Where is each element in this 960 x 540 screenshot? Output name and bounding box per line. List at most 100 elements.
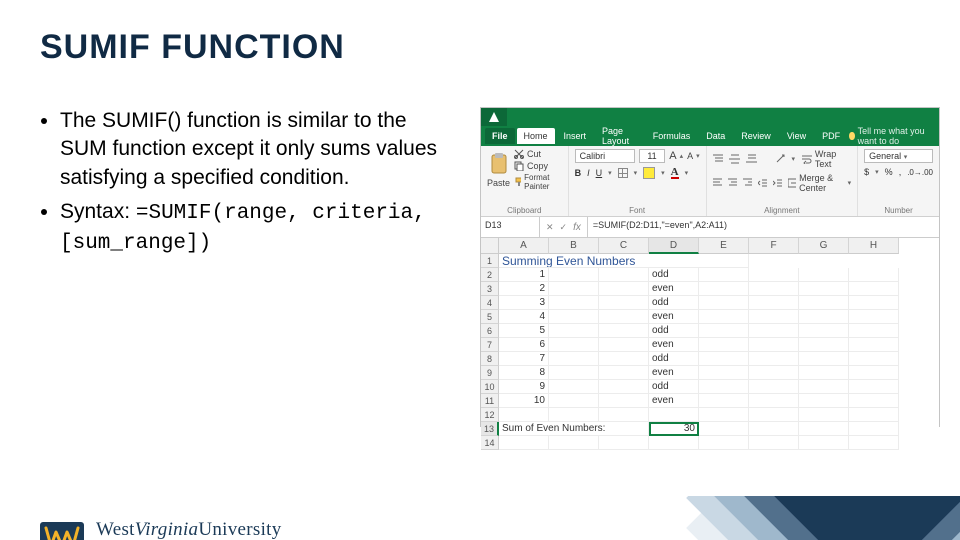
cell[interactable] — [549, 268, 599, 282]
align-middle-icon[interactable] — [729, 154, 740, 164]
cell[interactable] — [749, 282, 799, 296]
cell[interactable] — [749, 324, 799, 338]
tab-data[interactable]: Data — [699, 128, 732, 144]
number-format-select[interactable]: General ▾ — [864, 149, 933, 163]
cell-result-value[interactable]: 30 — [649, 422, 699, 436]
col-header[interactable]: G — [799, 238, 849, 254]
cell[interactable] — [699, 408, 749, 422]
tab-view[interactable]: View — [780, 128, 813, 144]
align-center-icon[interactable] — [728, 178, 737, 188]
cell[interactable]: 9 — [499, 380, 549, 394]
name-box[interactable]: D13 — [481, 217, 540, 237]
cell[interactable] — [849, 380, 899, 394]
orientation-icon[interactable] — [775, 154, 786, 164]
cell[interactable]: 6 — [499, 338, 549, 352]
cell[interactable]: even — [649, 394, 699, 408]
cell[interactable]: 4 — [499, 310, 549, 324]
cell[interactable]: even — [649, 310, 699, 324]
cell[interactable]: odd — [649, 380, 699, 394]
col-header[interactable]: D — [649, 238, 699, 254]
cell[interactable] — [849, 422, 899, 436]
cell[interactable] — [699, 282, 749, 296]
cell[interactable] — [749, 268, 799, 282]
fx-icon[interactable]: fx — [573, 222, 581, 233]
row-header[interactable]: 5 — [481, 310, 499, 324]
cell[interactable]: odd — [649, 268, 699, 282]
tab-file[interactable]: File — [485, 128, 515, 144]
cell[interactable] — [549, 394, 599, 408]
cell[interactable] — [849, 282, 899, 296]
tab-review[interactable]: Review — [734, 128, 778, 144]
cell[interactable] — [599, 338, 649, 352]
cell[interactable]: odd — [649, 296, 699, 310]
row-header[interactable]: 11 — [481, 394, 499, 408]
cell[interactable] — [499, 436, 549, 450]
tab-insert[interactable]: Insert — [557, 128, 594, 144]
formula-input[interactable]: =SUMIF(D2:D11,"=even",A2:A11) — [588, 217, 939, 237]
cell[interactable] — [699, 324, 749, 338]
cell[interactable] — [799, 380, 849, 394]
row-header[interactable]: 10 — [481, 380, 499, 394]
cell[interactable] — [799, 352, 849, 366]
cell[interactable] — [749, 296, 799, 310]
cell[interactable] — [599, 394, 649, 408]
cell[interactable] — [799, 324, 849, 338]
cell[interactable]: 3 — [499, 296, 549, 310]
row-header[interactable]: 2 — [481, 268, 499, 282]
cell[interactable] — [749, 422, 799, 436]
cell[interactable] — [849, 366, 899, 380]
cell[interactable] — [799, 282, 849, 296]
align-right-icon[interactable] — [743, 178, 752, 188]
cell[interactable] — [699, 268, 749, 282]
cell[interactable] — [799, 436, 849, 450]
cell[interactable]: 10 — [499, 394, 549, 408]
row-header[interactable]: 6 — [481, 324, 499, 338]
row-header[interactable]: 3 — [481, 282, 499, 296]
cell[interactable]: even — [649, 338, 699, 352]
cell[interactable] — [599, 366, 649, 380]
row-header[interactable]: 14 — [481, 436, 499, 450]
row-header[interactable]: 12 — [481, 408, 499, 422]
tab-formulas[interactable]: Formulas — [646, 128, 698, 144]
cell[interactable] — [549, 366, 599, 380]
percent-button[interactable]: % — [885, 167, 893, 177]
cell[interactable] — [849, 296, 899, 310]
font-color-button[interactable]: A — [671, 167, 679, 179]
cell[interactable] — [649, 408, 699, 422]
cell[interactable] — [749, 338, 799, 352]
row-header[interactable]: 7 — [481, 338, 499, 352]
cell[interactable] — [699, 366, 749, 380]
cell[interactable] — [599, 380, 649, 394]
cell[interactable] — [799, 366, 849, 380]
cell[interactable] — [849, 352, 899, 366]
increase-indent-icon[interactable] — [773, 178, 782, 188]
accounting-button[interactable]: $ — [864, 167, 869, 177]
cell[interactable] — [749, 352, 799, 366]
cell[interactable] — [749, 436, 799, 450]
tab-pdf[interactable]: PDF — [815, 128, 847, 144]
paste-button[interactable]: Paste — [487, 153, 510, 188]
col-header[interactable]: B — [549, 238, 599, 254]
excel-grid[interactable]: A B C D E F G H 1 Summing Even Numbers 2… — [481, 238, 939, 450]
cell[interactable] — [849, 338, 899, 352]
cell[interactable] — [849, 324, 899, 338]
row-header[interactable]: 9 — [481, 366, 499, 380]
cell-result-label[interactable]: Sum of Even Numbers: — [499, 422, 649, 436]
cell[interactable] — [549, 352, 599, 366]
cell[interactable] — [849, 310, 899, 324]
col-header[interactable]: H — [849, 238, 899, 254]
cell[interactable] — [549, 310, 599, 324]
cell[interactable] — [599, 436, 649, 450]
grow-font-button[interactable]: A▴ — [669, 150, 683, 162]
increase-decimal-icon[interactable]: .0→.00 — [907, 168, 933, 177]
shrink-font-button[interactable]: A▾ — [687, 151, 700, 161]
row-header[interactable]: 8 — [481, 352, 499, 366]
cell[interactable] — [599, 310, 649, 324]
cell[interactable] — [699, 338, 749, 352]
tell-me-box[interactable]: Tell me what you want to do — [849, 126, 939, 146]
cell[interactable] — [549, 408, 599, 422]
cell[interactable]: 7 — [499, 352, 549, 366]
cell[interactable]: 1 — [499, 268, 549, 282]
font-name-select[interactable]: Calibri — [575, 149, 635, 163]
cell[interactable] — [549, 296, 599, 310]
